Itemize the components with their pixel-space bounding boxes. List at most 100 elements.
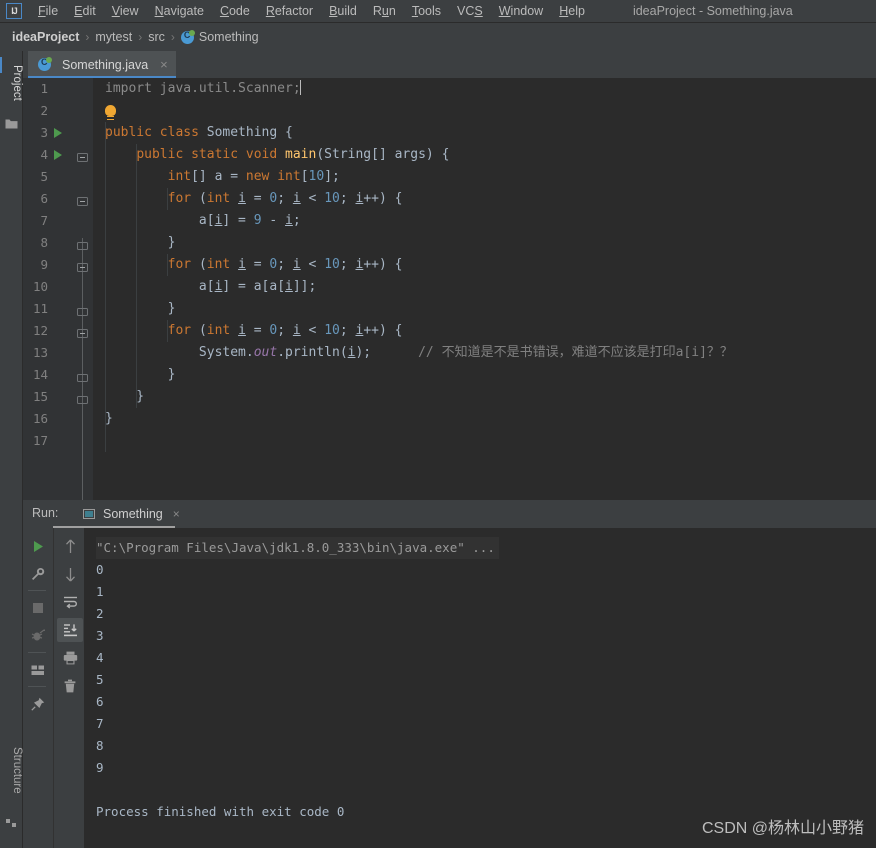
inline-comment: // 不知道是不是书错误，难道不应该是打印a[i]？？	[418, 345, 733, 360]
menu-navigate[interactable]: Navigate	[147, 2, 212, 20]
code-line-6: for (int i = 0; i < 10; i++) {	[167, 191, 403, 206]
fold-open-icon[interactable]	[77, 259, 88, 272]
pin-icon[interactable]	[25, 692, 51, 716]
menu-edit[interactable]: Edit	[66, 2, 104, 20]
structure-icon[interactable]	[5, 816, 18, 828]
console-line: 3	[96, 628, 104, 643]
console-line: 7	[96, 716, 104, 731]
scroll-to-end-icon[interactable]	[57, 618, 83, 642]
menu-window[interactable]: Window	[491, 2, 551, 20]
soft-wrap-icon[interactable]	[57, 590, 83, 614]
code-editor[interactable]: 1 2 3 4 5 6 7 8 9 10 11 12 13 14 15 16 1…	[23, 78, 876, 500]
bug-icon[interactable]	[25, 624, 51, 648]
fold-end-icon[interactable]	[77, 391, 88, 404]
gutter-line-2: 2	[40, 103, 48, 118]
gutter-line-9: 9	[23, 254, 93, 276]
gutter-line-6: 6	[23, 188, 93, 210]
gutter-line-1: 1	[40, 81, 48, 96]
arrow-down-icon[interactable]	[57, 562, 83, 586]
fold-open-icon[interactable]	[77, 193, 88, 206]
rerun-button[interactable]	[25, 534, 51, 558]
console-line: 1	[96, 584, 104, 599]
menu-bar: IJ File Edit View Navigate Code Refactor…	[0, 0, 876, 23]
layout-settings-button[interactable]	[25, 658, 51, 682]
close-icon[interactable]: ×	[173, 507, 180, 521]
edit-configurations-button[interactable]	[25, 562, 51, 586]
code-line-11: }	[105, 301, 176, 316]
code-line-3: public class Something {	[105, 125, 293, 140]
code-line-9: for (int i = 0; i < 10; i++) {	[167, 257, 403, 272]
run-tab-label: Something	[103, 507, 163, 521]
gutter-line-15: 15	[23, 386, 93, 408]
menu-refactor[interactable]: Refactor	[258, 2, 321, 20]
trash-icon[interactable]	[57, 674, 83, 698]
console-line: 2	[96, 606, 104, 621]
menu-vcs[interactable]: VCS	[449, 2, 491, 20]
console-line: 8	[96, 738, 104, 753]
divider	[28, 652, 46, 653]
tab-something-java[interactable]: Something.java ×	[28, 51, 176, 78]
fold-end-icon[interactable]	[77, 369, 88, 382]
gutter-line-14: 14	[23, 364, 93, 386]
code-line-5: int[] a = new int[10];	[167, 169, 340, 184]
menu-run[interactable]: Run	[365, 2, 404, 20]
run-tab-something[interactable]: Something ×	[75, 500, 186, 528]
gutter-line-17: 17	[32, 433, 48, 448]
java-class-icon	[180, 29, 195, 44]
run-tool-window-header: Run: Something ×	[23, 500, 876, 528]
menu-help[interactable]: Help	[551, 2, 593, 20]
breadcrumb-separator-3: ›	[170, 30, 175, 44]
editor-gutter[interactable]: 1 2 3 4 5 6 7 8 9 10 11 12 13 14 15 16 1…	[23, 78, 93, 500]
gutter-line-4: 4	[23, 144, 93, 166]
fold-end-icon[interactable]	[77, 237, 88, 250]
console-line: 4	[96, 650, 104, 665]
folder-icon[interactable]	[5, 117, 18, 129]
sidebar-item-structure[interactable]: Structure	[0, 741, 23, 800]
fold-open-icon[interactable]	[77, 325, 88, 338]
csdn-watermark: CSDN @杨林山小野猪	[701, 820, 864, 837]
gutter-line-16: 16	[32, 411, 48, 426]
console-icon	[83, 509, 95, 519]
console-line: 0	[96, 562, 104, 577]
console-line: 9	[96, 760, 104, 775]
menu-file[interactable]: File	[30, 2, 66, 20]
breadcrumb-folder[interactable]: src	[148, 30, 165, 44]
run-actions-left	[23, 528, 53, 848]
stop-button[interactable]	[25, 596, 51, 620]
code-line-1: import java.util.Scanner;	[105, 80, 301, 96]
gutter-line-8: 8	[23, 232, 93, 254]
fold-end-icon[interactable]	[77, 303, 88, 316]
console-output[interactable]: "C:\Program Files\Java\jdk1.8.0_333\bin\…	[84, 528, 876, 848]
gutter-line-5: 5	[40, 169, 48, 184]
code-text-area[interactable]: import java.util.Scanner; public class S…	[93, 78, 876, 500]
code-line-12: for (int i = 0; i < 10; i++) {	[167, 323, 403, 338]
printer-icon[interactable]	[57, 646, 83, 670]
gutter-line-3: 3	[23, 122, 93, 144]
window-title: ideaProject - Something.java	[632, 4, 793, 18]
breadcrumb-file[interactable]: Something	[199, 30, 259, 44]
breadcrumb-separator-2: ›	[138, 30, 143, 44]
sidebar-item-project[interactable]: Project	[0, 59, 23, 107]
code-line-4: public static void main(String[] args) {	[136, 147, 450, 162]
gutter-line-12: 12	[23, 320, 93, 342]
code-line-7: a[i] = 9 - i;	[105, 213, 301, 228]
menu-view[interactable]: View	[104, 2, 147, 20]
gutter-line-11: 11	[23, 298, 93, 320]
menu-tools[interactable]: Tools	[404, 2, 449, 20]
menu-build[interactable]: Build	[321, 2, 365, 20]
console-line: 5	[96, 672, 104, 687]
intention-bulb-icon[interactable]	[105, 105, 116, 120]
run-main-gutter-icon[interactable]	[54, 150, 62, 160]
fold-open-icon[interactable]	[77, 149, 88, 162]
arrow-up-icon[interactable]	[57, 534, 83, 558]
close-icon[interactable]: ×	[160, 57, 168, 72]
breadcrumb-separator-1: ›	[85, 30, 90, 44]
breadcrumb-module[interactable]: mytest	[95, 30, 132, 44]
tab-label: Something.java	[62, 57, 149, 72]
text-caret	[299, 80, 301, 95]
menu-code[interactable]: Code	[212, 2, 258, 20]
run-class-gutter-icon[interactable]	[54, 128, 62, 138]
intellij-logo-icon: IJ	[6, 3, 22, 19]
breadcrumb-project[interactable]: ideaProject	[12, 30, 79, 44]
code-line-14: }	[105, 367, 176, 382]
